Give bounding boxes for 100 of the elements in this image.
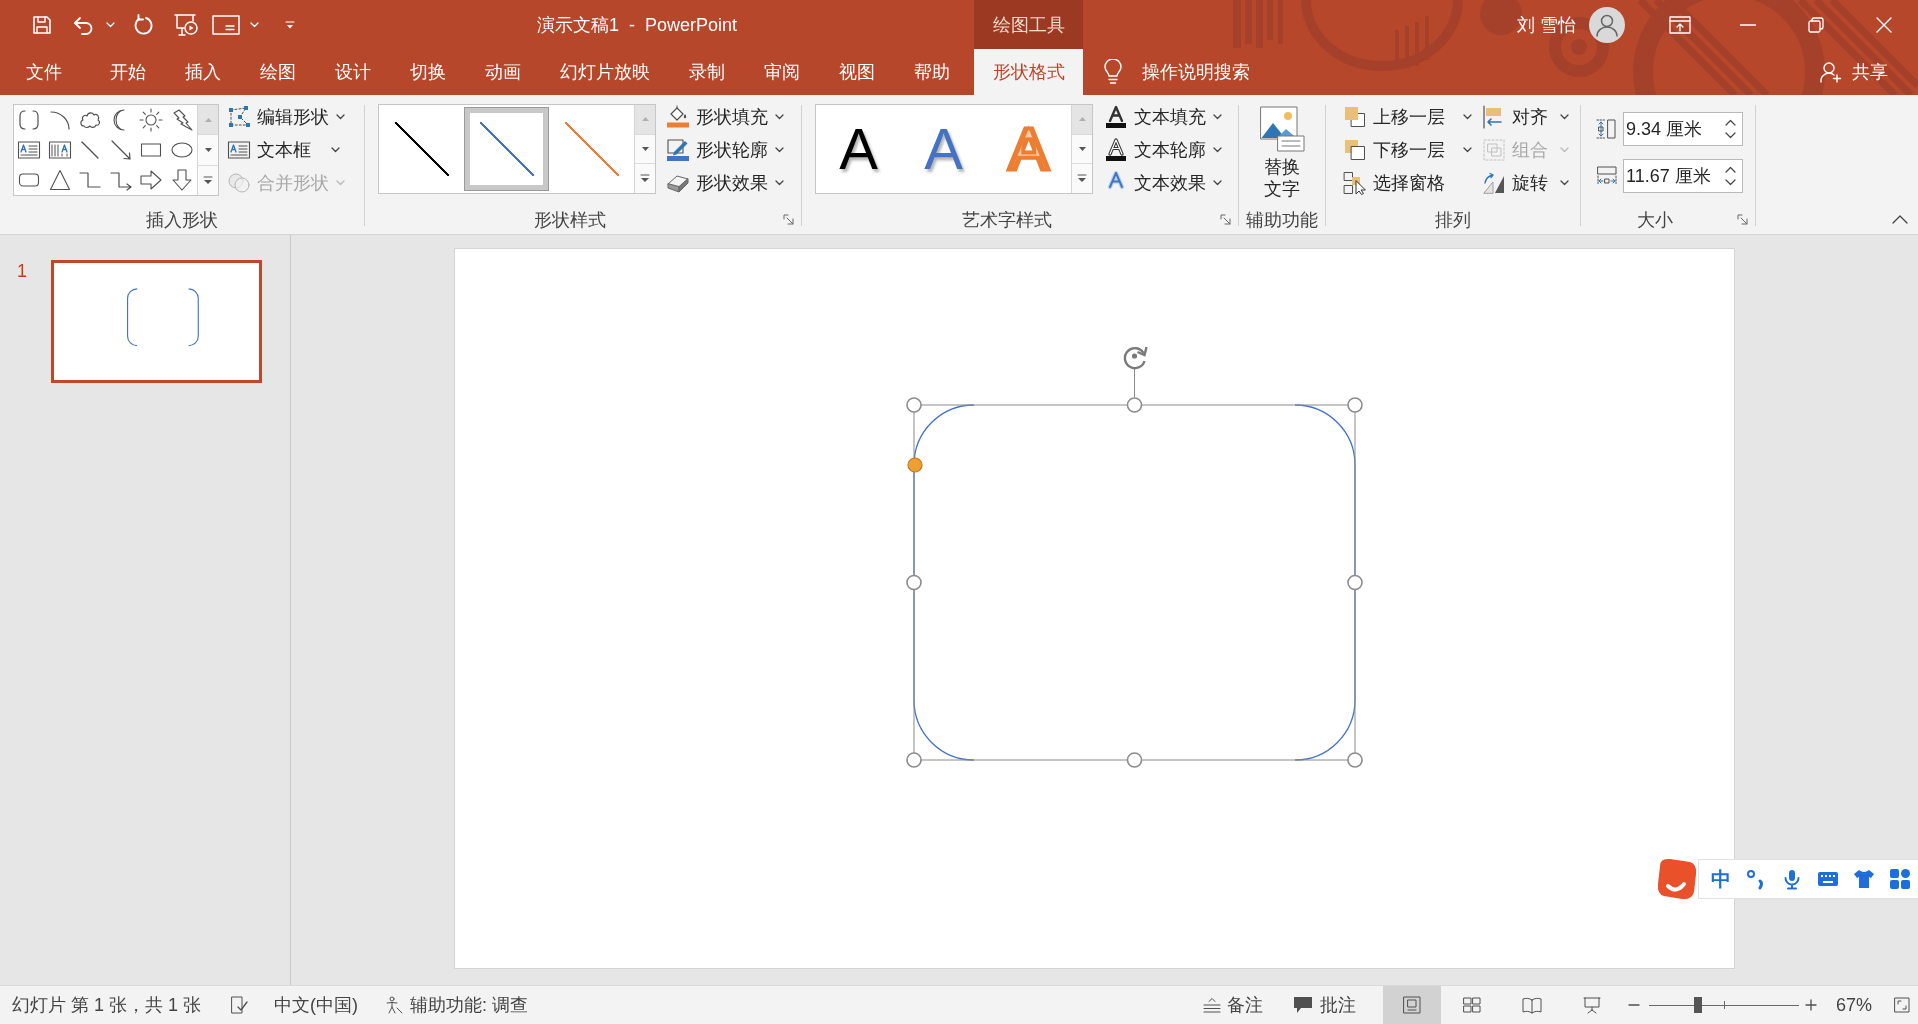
ribbon-tab[interactable]: 录制 [669,49,744,95]
slide-sorter-icon [1462,996,1481,1014]
dialog-launcher-icon[interactable] [1736,214,1748,225]
width-field[interactable]: 11.67 厘米 [1623,159,1743,193]
notes-button[interactable]: 备注 [1202,993,1263,1017]
bring-forward-button[interactable]: 上移一层 [1340,100,1475,133]
collapse-ribbon-icon[interactable] [1892,215,1908,224]
ribbon-tab[interactable]: 幻灯片放映 [540,49,669,95]
ribbon-tab[interactable]: 文件 [0,49,90,95]
accessibility-status-button[interactable]: 辅助功能: 调查 [385,993,529,1017]
caret-up-icon [640,116,650,123]
shirt-icon[interactable] [1853,868,1875,890]
caret-up-icon [1077,116,1087,123]
app-grid-icon[interactable] [1889,868,1911,890]
minimize-icon[interactable] [1740,23,1756,26]
lightbulb-icon [1104,59,1122,85]
right-arrow-icon[interactable] [139,168,164,192]
send-backward-button[interactable]: 下移一层 [1340,133,1475,166]
spin-down-icon[interactable] [1725,179,1736,186]
comments-button[interactable]: 批注 [1292,993,1356,1017]
input-mode-toggle[interactable]: 中 [1711,865,1731,893]
text-box-button[interactable]: 文本框 [224,133,343,166]
expand-gallery-icon [1077,174,1087,184]
height-field[interactable]: 9.34 厘米 [1623,112,1743,146]
ribbon-tab[interactable]: 绘图 [240,49,315,95]
ribbon-display-options-icon[interactable] [1669,14,1691,35]
shape-fill-button[interactable]: 形状填充 [663,100,787,133]
rotate-button[interactable]: 旋转 [1479,166,1572,199]
ribbon-tab[interactable]: 审阅 [744,49,819,95]
ribbon-tab[interactable]: 切换 [390,49,465,95]
pencil-icon [666,137,690,162]
contextual-tab-header: 绘图工具 [974,0,1083,49]
shape-height-icon [1595,117,1619,141]
slide-thumbnail[interactable] [51,260,262,383]
caret-down-icon [640,146,650,152]
resize-handle[interactable] [906,574,922,591]
spell-check-icon[interactable] [230,996,249,1014]
text-fill-button[interactable]: 文本填充 [1101,100,1225,133]
save-icon[interactable] [32,14,52,35]
ribbon-tab[interactable]: 形状格式 [974,49,1083,95]
sun-icon[interactable] [139,108,164,132]
text-box-icon[interactable] [17,138,42,162]
dialog-launcher-icon[interactable] [782,214,794,225]
resize-handle[interactable] [1347,397,1363,413]
resize-handle[interactable] [1347,574,1363,591]
avatar-icon[interactable] [1589,6,1625,43]
resize-handle[interactable] [906,397,922,413]
presentation-screen-icon[interactable] [173,12,199,37]
align-button[interactable]: 对齐 [1479,100,1572,133]
vertical-text-box-icon[interactable] [47,138,72,162]
tell-me-search[interactable]: 操作说明搜索 [1104,49,1250,95]
rotate-handle[interactable] [1123,346,1148,398]
notes-icon [1202,997,1221,1013]
plus-icon[interactable] [1804,999,1817,1011]
group-label: 辅助功能 [1246,208,1318,232]
undo-icon[interactable] [73,14,95,35]
paint-bucket-icon [666,104,690,129]
alt-text-button[interactable]: 替换文字 [1256,106,1308,200]
dialog-launcher-icon[interactable] [1219,214,1231,225]
resize-handle[interactable] [906,752,922,768]
resize-handle[interactable] [1126,752,1143,768]
text-outline-button[interactable]: 文本轮廓 [1101,133,1225,166]
share-button[interactable]: 共享 [1820,49,1888,95]
spin-down-icon[interactable] [1725,132,1736,139]
bracket-pair-icon[interactable] [17,108,42,132]
group-label: 艺术字样式 [962,208,1052,232]
ribbon-tab[interactable]: 设计 [315,49,390,95]
shape-outline-button[interactable]: 形状轮廓 [663,133,787,166]
caret-down-icon [1077,146,1087,152]
selection-pane-button[interactable]: 选择窗格 [1340,166,1448,199]
bring-forward-icon [1343,104,1367,129]
resize-handle[interactable] [1347,752,1363,768]
adjust-handle[interactable] [907,457,923,473]
ribbon-tab[interactable]: 开始 [90,49,165,95]
text-effects-button[interactable]: 文本效果 [1101,166,1225,199]
caret-up-icon [203,116,213,123]
group-label: 排列 [1435,208,1471,232]
caret-icon [250,21,259,28]
resize-handle[interactable] [1126,397,1143,413]
close-icon[interactable] [1876,16,1892,33]
shape-effects-button[interactable]: 形状效果 [663,166,787,199]
spin-up-icon[interactable] [1725,166,1736,173]
customize-menu-icon[interactable] [285,19,295,30]
ribbon-tab[interactable]: 插入 [165,49,240,95]
zoom-level[interactable]: 67% [1835,994,1872,1016]
ribbon-tab[interactable]: 动画 [465,49,540,95]
normal-view-icon [1402,996,1421,1014]
ribbon-tab[interactable]: 视图 [819,49,894,95]
fit-to-window-icon[interactable] [1894,997,1910,1013]
edit-shape-button[interactable]: 编辑形状 [224,100,348,133]
triangle-icon[interactable] [47,168,72,192]
repeat-icon[interactable] [133,13,153,36]
slide-layout-icon[interactable] [212,13,240,36]
ribbon-tab[interactable]: 帮助 [894,49,969,95]
group-label: 大小 [1637,208,1673,232]
person-add-icon [1820,61,1842,83]
zoom-slider-thumb[interactable] [1694,997,1703,1013]
restore-icon[interactable] [1808,16,1824,33]
user-name: 刘 雪怡 [1517,13,1576,37]
spin-up-icon[interactable] [1725,119,1736,126]
